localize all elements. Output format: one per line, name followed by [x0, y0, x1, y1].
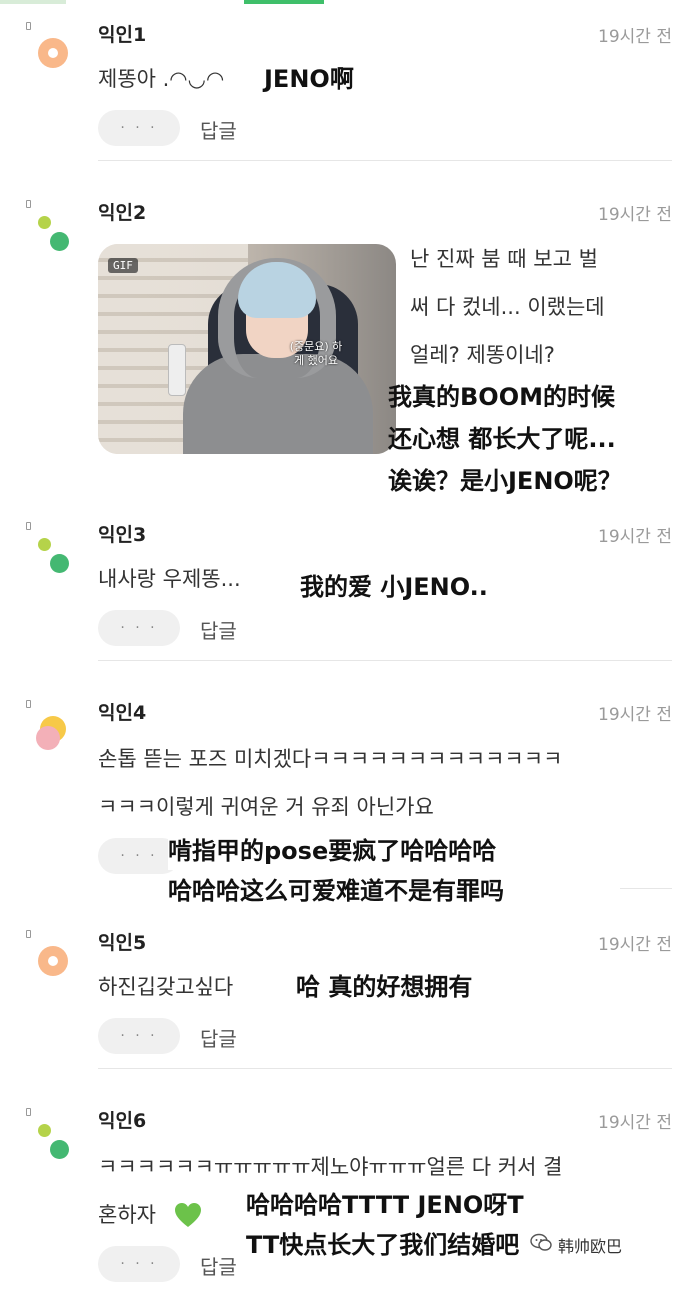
- more-button[interactable]: · · ·: [98, 1018, 180, 1054]
- translation-caption-line: 还心想 都长大了呢...: [388, 425, 616, 453]
- avatar: [38, 538, 70, 576]
- comment-text-line: 손톱 뜯는 포즈 미치겠다ㅋㅋㅋㅋㅋㅋㅋㅋㅋㅋㅋㅋㅋ: [98, 747, 563, 771]
- comment-text: 내사랑 우제똥...: [98, 567, 241, 591]
- gif-badge: GIF: [108, 258, 138, 273]
- more-button[interactable]: · · ·: [98, 110, 180, 146]
- comment-marker-icon: [26, 930, 31, 938]
- avatar: [38, 946, 68, 976]
- comment-time: 19시간 전: [598, 527, 672, 547]
- translation-caption-line: 啃指甲的pose要疯了哈哈哈哈: [168, 832, 497, 870]
- comment-text-line: ㅋㅋㅋ이렇게 귀여운 거 유죄 아닌가요: [98, 795, 434, 819]
- avatar: [36, 716, 70, 752]
- translation-caption: JENO啊: [264, 65, 354, 93]
- avatar: [38, 1124, 70, 1162]
- reply-button[interactable]: 답글: [200, 1023, 237, 1052]
- wechat-icon: [530, 1233, 552, 1251]
- gif-image[interactable]: GIF (중문요) 하게 했어요: [98, 244, 396, 454]
- reply-button[interactable]: 답글: [200, 1251, 237, 1280]
- translation-caption-line: 我真的BOOM的时候: [388, 383, 615, 411]
- comment-time: 19시간 전: [598, 705, 672, 725]
- divider: [98, 160, 672, 161]
- comment-text-line: 얼레? 제똥이네?: [410, 343, 555, 367]
- comment-time: 19시간 전: [598, 205, 672, 225]
- comment-text-line: 난 진짜 붐 때 보고 벌: [410, 247, 598, 271]
- comment-text-line: 혼하자: [98, 1203, 156, 1227]
- tab-indicator-left: [0, 0, 66, 4]
- more-button[interactable]: · · ·: [98, 610, 180, 646]
- comment-text: 제똥아 .◠◡◠: [98, 67, 225, 91]
- comment-author: 익인1: [98, 24, 147, 46]
- comment-marker-icon: [26, 522, 31, 530]
- gif-caption: (중문요) 하게 했어요: [289, 340, 343, 367]
- comment-marker-icon: [26, 700, 31, 708]
- more-button[interactable]: · · ·: [98, 1246, 180, 1282]
- avatar: [38, 38, 68, 68]
- comment-author: 익인3: [98, 524, 147, 546]
- comment-author: 익인2: [98, 202, 147, 224]
- tab-indicator-active: [244, 0, 324, 4]
- divider: [620, 888, 672, 889]
- reply-button[interactable]: 답글: [200, 615, 237, 644]
- reply-button[interactable]: 답글: [200, 115, 237, 144]
- comment-author: 익인6: [98, 1110, 147, 1132]
- avatar: [38, 216, 70, 254]
- comment-author: 익인5: [98, 932, 147, 954]
- divider: [98, 1068, 672, 1069]
- divider: [98, 660, 672, 661]
- watermark-text: 韩帅欧巴: [558, 1237, 623, 1256]
- translation-caption: 哈 真的好想拥有: [296, 973, 473, 1001]
- comment-time: 19시간 전: [598, 1113, 672, 1133]
- translation-caption-line: 哈哈哈哈TTTT JENO呀T: [246, 1191, 524, 1219]
- comment-marker-icon: [26, 200, 31, 208]
- translation-caption-line: 诶诶？是小JENO呢？: [388, 467, 622, 495]
- watermark: 韩帅欧巴: [530, 1230, 670, 1258]
- green-heart-icon: [175, 1203, 201, 1227]
- comment-text: 하진깁갖고싶다: [98, 975, 234, 999]
- comment-author: 익인4: [98, 702, 147, 724]
- translation-caption-line: TT快点长大了我们结婚吧: [246, 1231, 520, 1259]
- top-tab-indicator: [0, 0, 690, 8]
- translation-caption-line: 哈哈哈这么可爱难道不是有罪吗: [168, 877, 504, 905]
- comment-text-line: ㅋㅋㅋㅋㅋㅋㅠㅠㅠㅠㅠ제노야ㅠㅠㅠ얼른 다 커서 결: [98, 1155, 563, 1179]
- translation-caption: 我的爱 小JENO..: [300, 573, 488, 601]
- comment-time: 19시간 전: [598, 935, 672, 955]
- comment-marker-icon: [26, 1108, 31, 1116]
- comment-time: 19시간 전: [598, 27, 672, 47]
- comment-marker-icon: [26, 22, 31, 30]
- comment-text-line: 써 다 컸네... 이랬는데: [410, 295, 605, 319]
